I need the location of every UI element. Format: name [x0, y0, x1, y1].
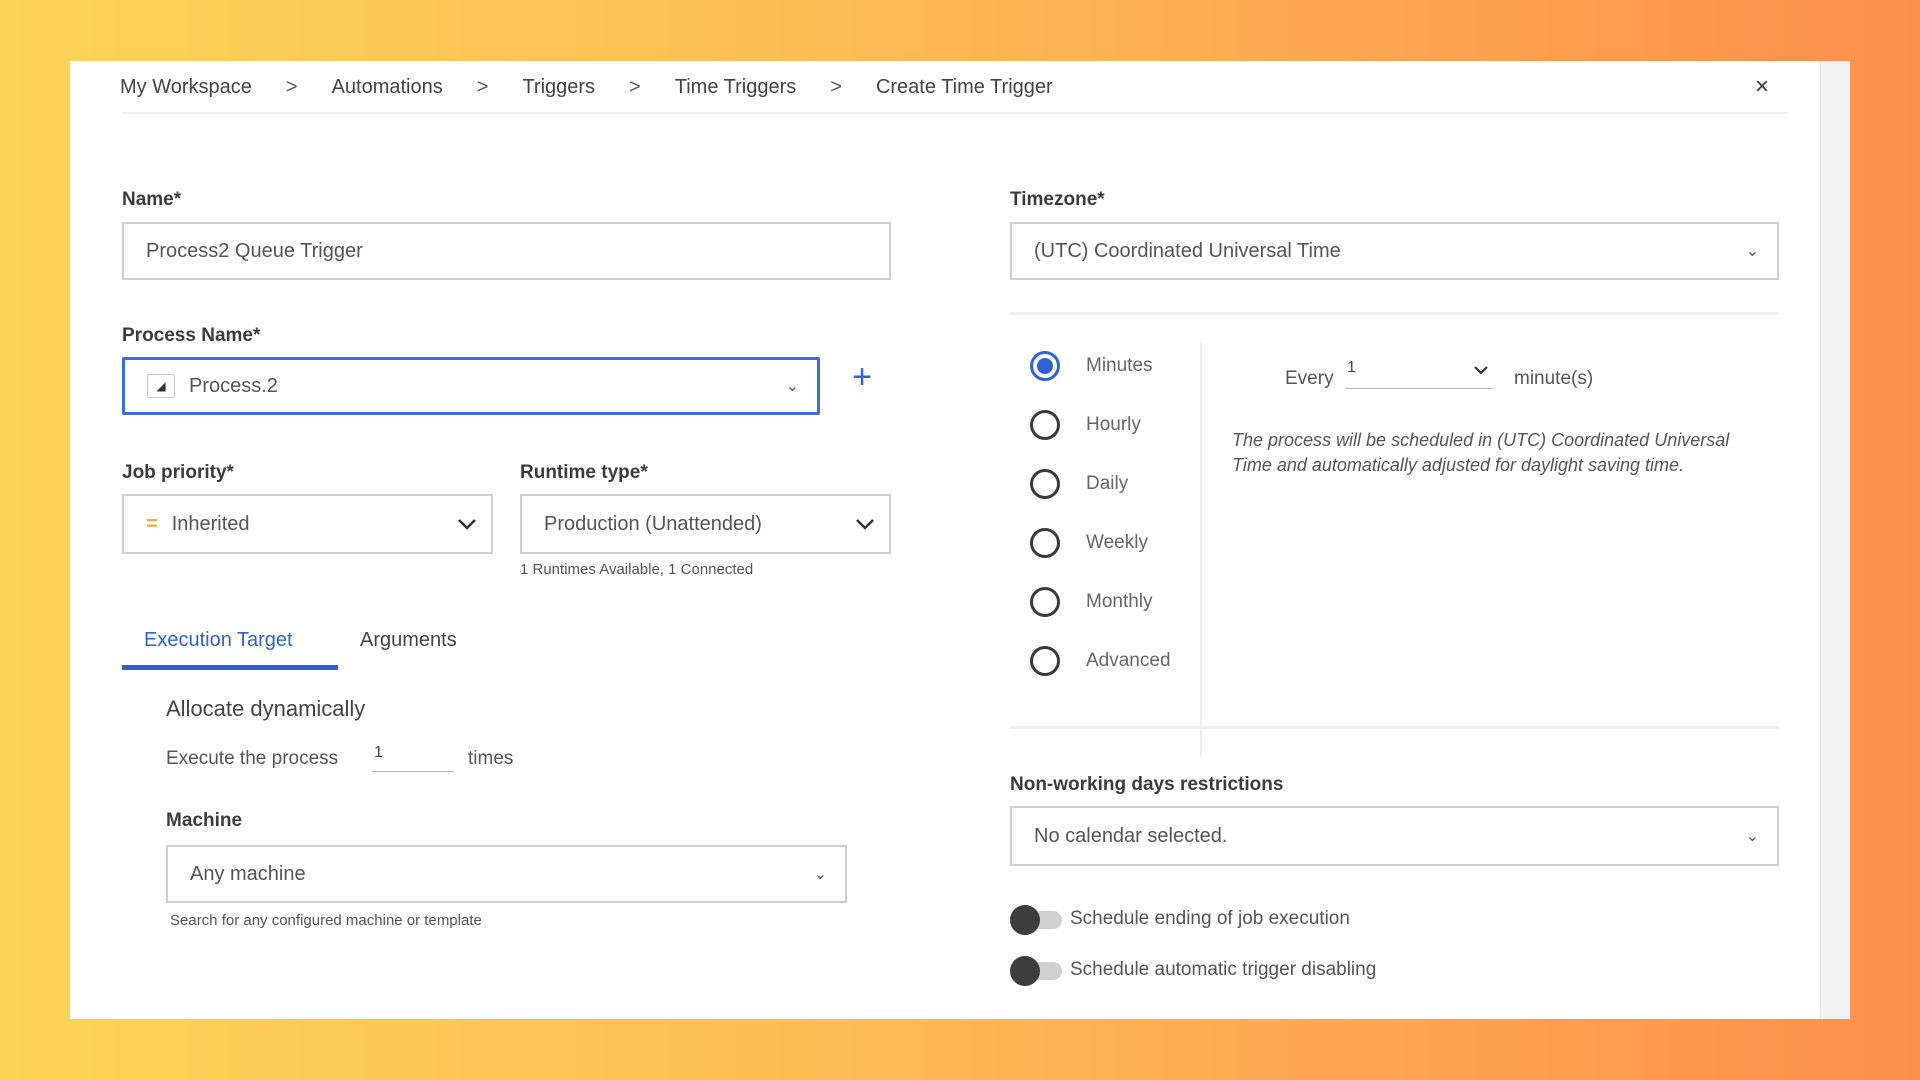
breadcrumb-divider: [122, 112, 1788, 114]
breadcrumb: My Workspace > Automations > Triggers > …: [120, 61, 1053, 113]
every-label: Every: [1285, 368, 1334, 389]
machine-label: Machine: [166, 810, 243, 831]
every-value: 1: [1347, 359, 1356, 376]
job-priority-select[interactable]: = Inherited: [122, 494, 493, 554]
chevron-down-icon: ⌄: [1745, 828, 1759, 845]
radio-label-daily: Daily: [1086, 473, 1129, 494]
radio-label-monthly: Monthly: [1086, 591, 1153, 612]
breadcrumb-create-time-trigger: Create Time Trigger: [875, 75, 1053, 98]
runtime-type-select[interactable]: Production (Unattended): [520, 494, 891, 554]
every-unit-text: minute(s): [1514, 368, 1594, 389]
chevron-down-icon: [856, 519, 874, 530]
priority-equals-icon: =: [146, 512, 158, 535]
runtime-type-value: Production (Unattended): [544, 512, 762, 535]
tab-arguments[interactable]: Arguments: [360, 629, 457, 652]
schedule-ending-toggle[interactable]: Schedule ending of job execution: [1010, 905, 1350, 935]
radio-indicator: [1030, 646, 1060, 676]
non-working-days-value: No calendar selected.: [1034, 824, 1228, 847]
radio-label-minutes: Minutes: [1086, 355, 1153, 376]
execute-count-input[interactable]: 1: [372, 744, 454, 772]
machine-select[interactable]: Any machine ⌄: [166, 845, 847, 903]
schedule-ending-label: Schedule ending of job execution: [1070, 908, 1350, 929]
add-process-icon[interactable]: +: [842, 357, 882, 397]
schedule-disabling-label: Schedule automatic trigger disabling: [1070, 959, 1377, 980]
radio-indicator: [1030, 528, 1060, 558]
timezone-value: (UTC) Coordinated Universal Time: [1034, 239, 1341, 262]
chevron-right-icon: >: [629, 75, 641, 98]
tab-execution-target[interactable]: Execution Target: [144, 629, 293, 652]
process-icon: ◢: [147, 374, 175, 398]
radio-monthly[interactable]: Monthly: [1030, 587, 1153, 617]
process-name-label: Process Name*: [122, 325, 261, 346]
every-interval-select[interactable]: 1: [1345, 359, 1493, 389]
timezone-note: The process will be scheduled in (UTC) C…: [1232, 430, 1730, 475]
radio-minutes[interactable]: Minutes: [1030, 351, 1153, 381]
breadcrumb-automations[interactable]: Automations: [332, 76, 443, 99]
chevron-down-icon: [458, 519, 476, 530]
radio-hourly[interactable]: Hourly: [1030, 410, 1141, 440]
toggle-switch: [1010, 905, 1062, 935]
non-working-days-label: Non-working days restrictions: [1010, 774, 1284, 795]
active-tab-indicator: [122, 665, 338, 670]
runtime-helper-text: 1 Runtimes Available, 1 Connected: [520, 561, 754, 578]
name-label: Name*: [122, 189, 182, 210]
name-value: Process2 Queue Trigger: [146, 239, 363, 262]
schedule-disabling-toggle[interactable]: Schedule automatic trigger disabling: [1010, 956, 1377, 986]
chevron-down-icon: ⌄: [1745, 243, 1759, 260]
breadcrumb-my-workspace[interactable]: My Workspace: [120, 76, 252, 99]
timezone-select[interactable]: (UTC) Coordinated Universal Time ⌄: [1010, 222, 1779, 280]
create-trigger-panel: My Workspace > Automations > Triggers > …: [70, 61, 1850, 1019]
radio-daily[interactable]: Daily: [1030, 469, 1128, 499]
process-name-select[interactable]: ◢ Process.2 ⌄: [122, 357, 820, 415]
runtime-type-label: Runtime type*: [520, 462, 648, 483]
radio-label-hourly: Hourly: [1086, 414, 1141, 435]
divider-vertical: [1200, 343, 1202, 757]
chevron-right-icon: >: [476, 75, 489, 98]
radio-indicator: [1030, 351, 1060, 381]
breadcrumb-triggers[interactable]: Triggers: [522, 76, 595, 99]
job-priority-value: Inherited: [171, 512, 250, 535]
allocate-dynamically-title: Allocate dynamically: [166, 696, 366, 721]
radio-indicator: [1030, 587, 1060, 617]
execute-prefix-text: Execute the process: [166, 748, 339, 769]
radio-indicator: [1030, 469, 1060, 499]
divider: [1010, 312, 1779, 315]
toggle-switch: [1010, 956, 1062, 986]
chevron-right-icon: >: [285, 75, 298, 98]
machine-helper-text: Search for any configured machine or tem…: [170, 912, 482, 929]
radio-label-advanced: Advanced: [1086, 650, 1171, 671]
radio-indicator: [1030, 410, 1060, 440]
radio-label-weekly: Weekly: [1086, 532, 1148, 553]
chevron-down-icon: ⌄: [785, 378, 799, 395]
divider: [1010, 726, 1779, 729]
chevron-right-icon: >: [830, 75, 842, 98]
radio-weekly[interactable]: Weekly: [1030, 528, 1148, 558]
process-name-value: Process.2: [189, 374, 278, 397]
name-input[interactable]: Process2 Queue Trigger: [122, 222, 891, 280]
execute-suffix-text: times: [468, 748, 514, 769]
non-working-days-select[interactable]: No calendar selected. ⌄: [1010, 806, 1779, 866]
radio-advanced[interactable]: Advanced: [1030, 646, 1171, 676]
job-priority-label: Job priority*: [122, 462, 234, 483]
chevron-down-icon: [1474, 366, 1488, 375]
chevron-down-icon: ⌄: [813, 866, 827, 883]
machine-value: Any machine: [190, 862, 306, 885]
breadcrumb-time-triggers[interactable]: Time Triggers: [675, 76, 797, 99]
scrollbar[interactable]: [1820, 61, 1850, 1019]
close-icon[interactable]: ×: [1738, 63, 1786, 111]
timezone-label: Timezone*: [1010, 189, 1105, 210]
